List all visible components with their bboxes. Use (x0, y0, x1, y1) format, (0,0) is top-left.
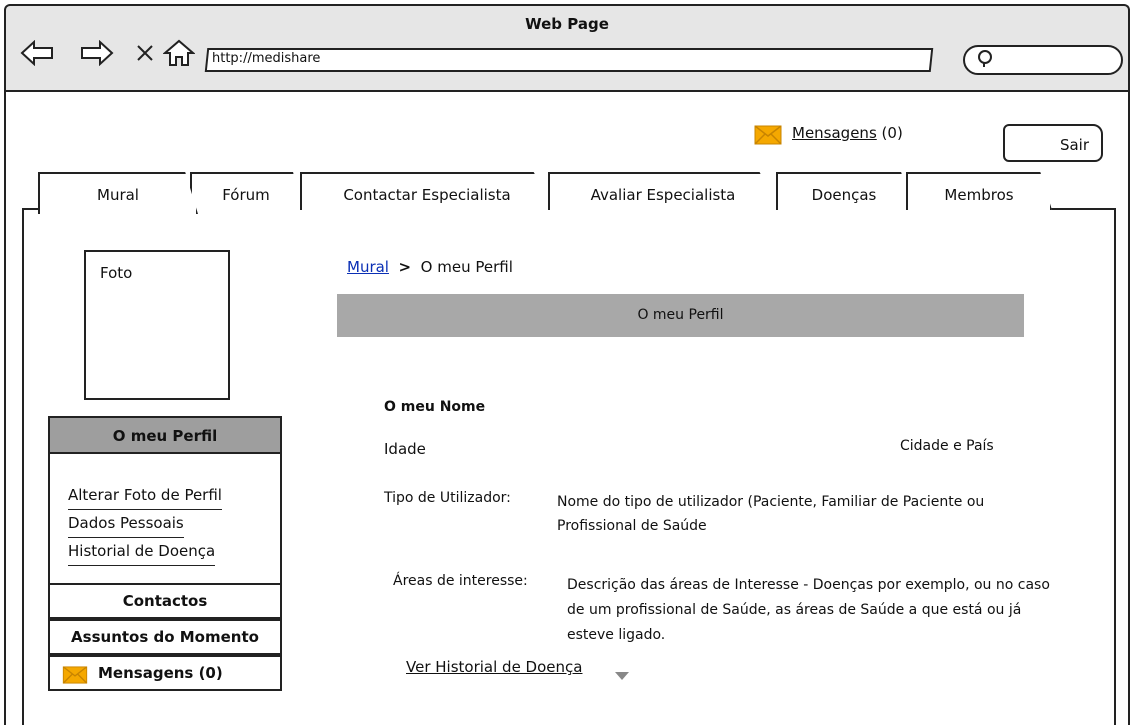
forward-arrow-icon[interactable] (80, 40, 114, 66)
window-title: Web Page (525, 15, 609, 33)
section-title-bar: O meu Perfil (337, 294, 1024, 337)
stop-icon[interactable] (134, 40, 156, 66)
breadcrumb: Mural > O meu Perfil (347, 258, 513, 276)
tab-mural[interactable]: Mural (38, 172, 198, 214)
sidebar-link-disease-history[interactable]: Historial de Doença (68, 538, 216, 566)
chevron-down-icon[interactable] (614, 666, 630, 685)
messages-link[interactable]: Mensagens (0) (792, 124, 903, 142)
profile-age: Idade (384, 440, 426, 458)
messages-count: (0) (881, 124, 903, 142)
user-type-value: Nome do tipo de utilizador (Paciente, Fa… (557, 494, 985, 534)
sidebar-link-personal-data[interactable]: Dados Pessoais (68, 510, 184, 538)
home-icon[interactable] (162, 39, 196, 66)
tab-avaliar-especialista[interactable]: Avaliar Especialista (548, 172, 778, 210)
sidebar-item-trending[interactable]: Assuntos do Momento (48, 619, 282, 655)
tab-contactar-especialista[interactable]: Contactar Especialista (300, 172, 554, 210)
mail-icon[interactable] (754, 125, 782, 149)
messages-link-label[interactable]: Mensagens (792, 124, 877, 142)
interests-label: Áreas de interesse: (393, 573, 528, 589)
profile-city-country: Cidade e País (900, 438, 994, 454)
breadcrumb-mural-link[interactable]: Mural (347, 258, 389, 276)
breadcrumb-current: O meu Perfil (420, 258, 513, 276)
tab-doencas[interactable]: Doenças (776, 172, 912, 210)
tab-forum[interactable]: Fórum (190, 172, 302, 210)
profile-photo-label: Foto (100, 264, 133, 282)
sidebar-messages-label: Mensagens (0) (98, 664, 223, 682)
profile-photo[interactable]: Foto (84, 250, 230, 400)
interests-value: Descrição das áreas de Interesse - Doenç… (567, 577, 1050, 643)
address-bar-text: http://medishare (212, 51, 321, 66)
back-arrow-icon[interactable] (20, 40, 54, 66)
tab-membros[interactable]: Membros (906, 172, 1052, 210)
logout-button[interactable]: Sair (1003, 124, 1103, 162)
breadcrumb-separator: > (398, 258, 412, 276)
user-type-label: Tipo de Utilizador: (384, 490, 511, 506)
sidebar-item-contacts[interactable]: Contactos (48, 583, 282, 619)
sidebar-profile-links: Alterar Foto de Perfil Dados Pessoais Hi… (68, 482, 222, 566)
sidebar-link-change-photo[interactable]: Alterar Foto de Perfil (68, 482, 222, 510)
sidebar-profile-header: O meu Perfil (48, 416, 282, 454)
profile-name: O meu Nome (384, 399, 486, 415)
mail-icon (62, 666, 88, 688)
search-icon (976, 49, 996, 73)
view-disease-history-link[interactable]: Ver Historial de Doença (406, 658, 582, 676)
